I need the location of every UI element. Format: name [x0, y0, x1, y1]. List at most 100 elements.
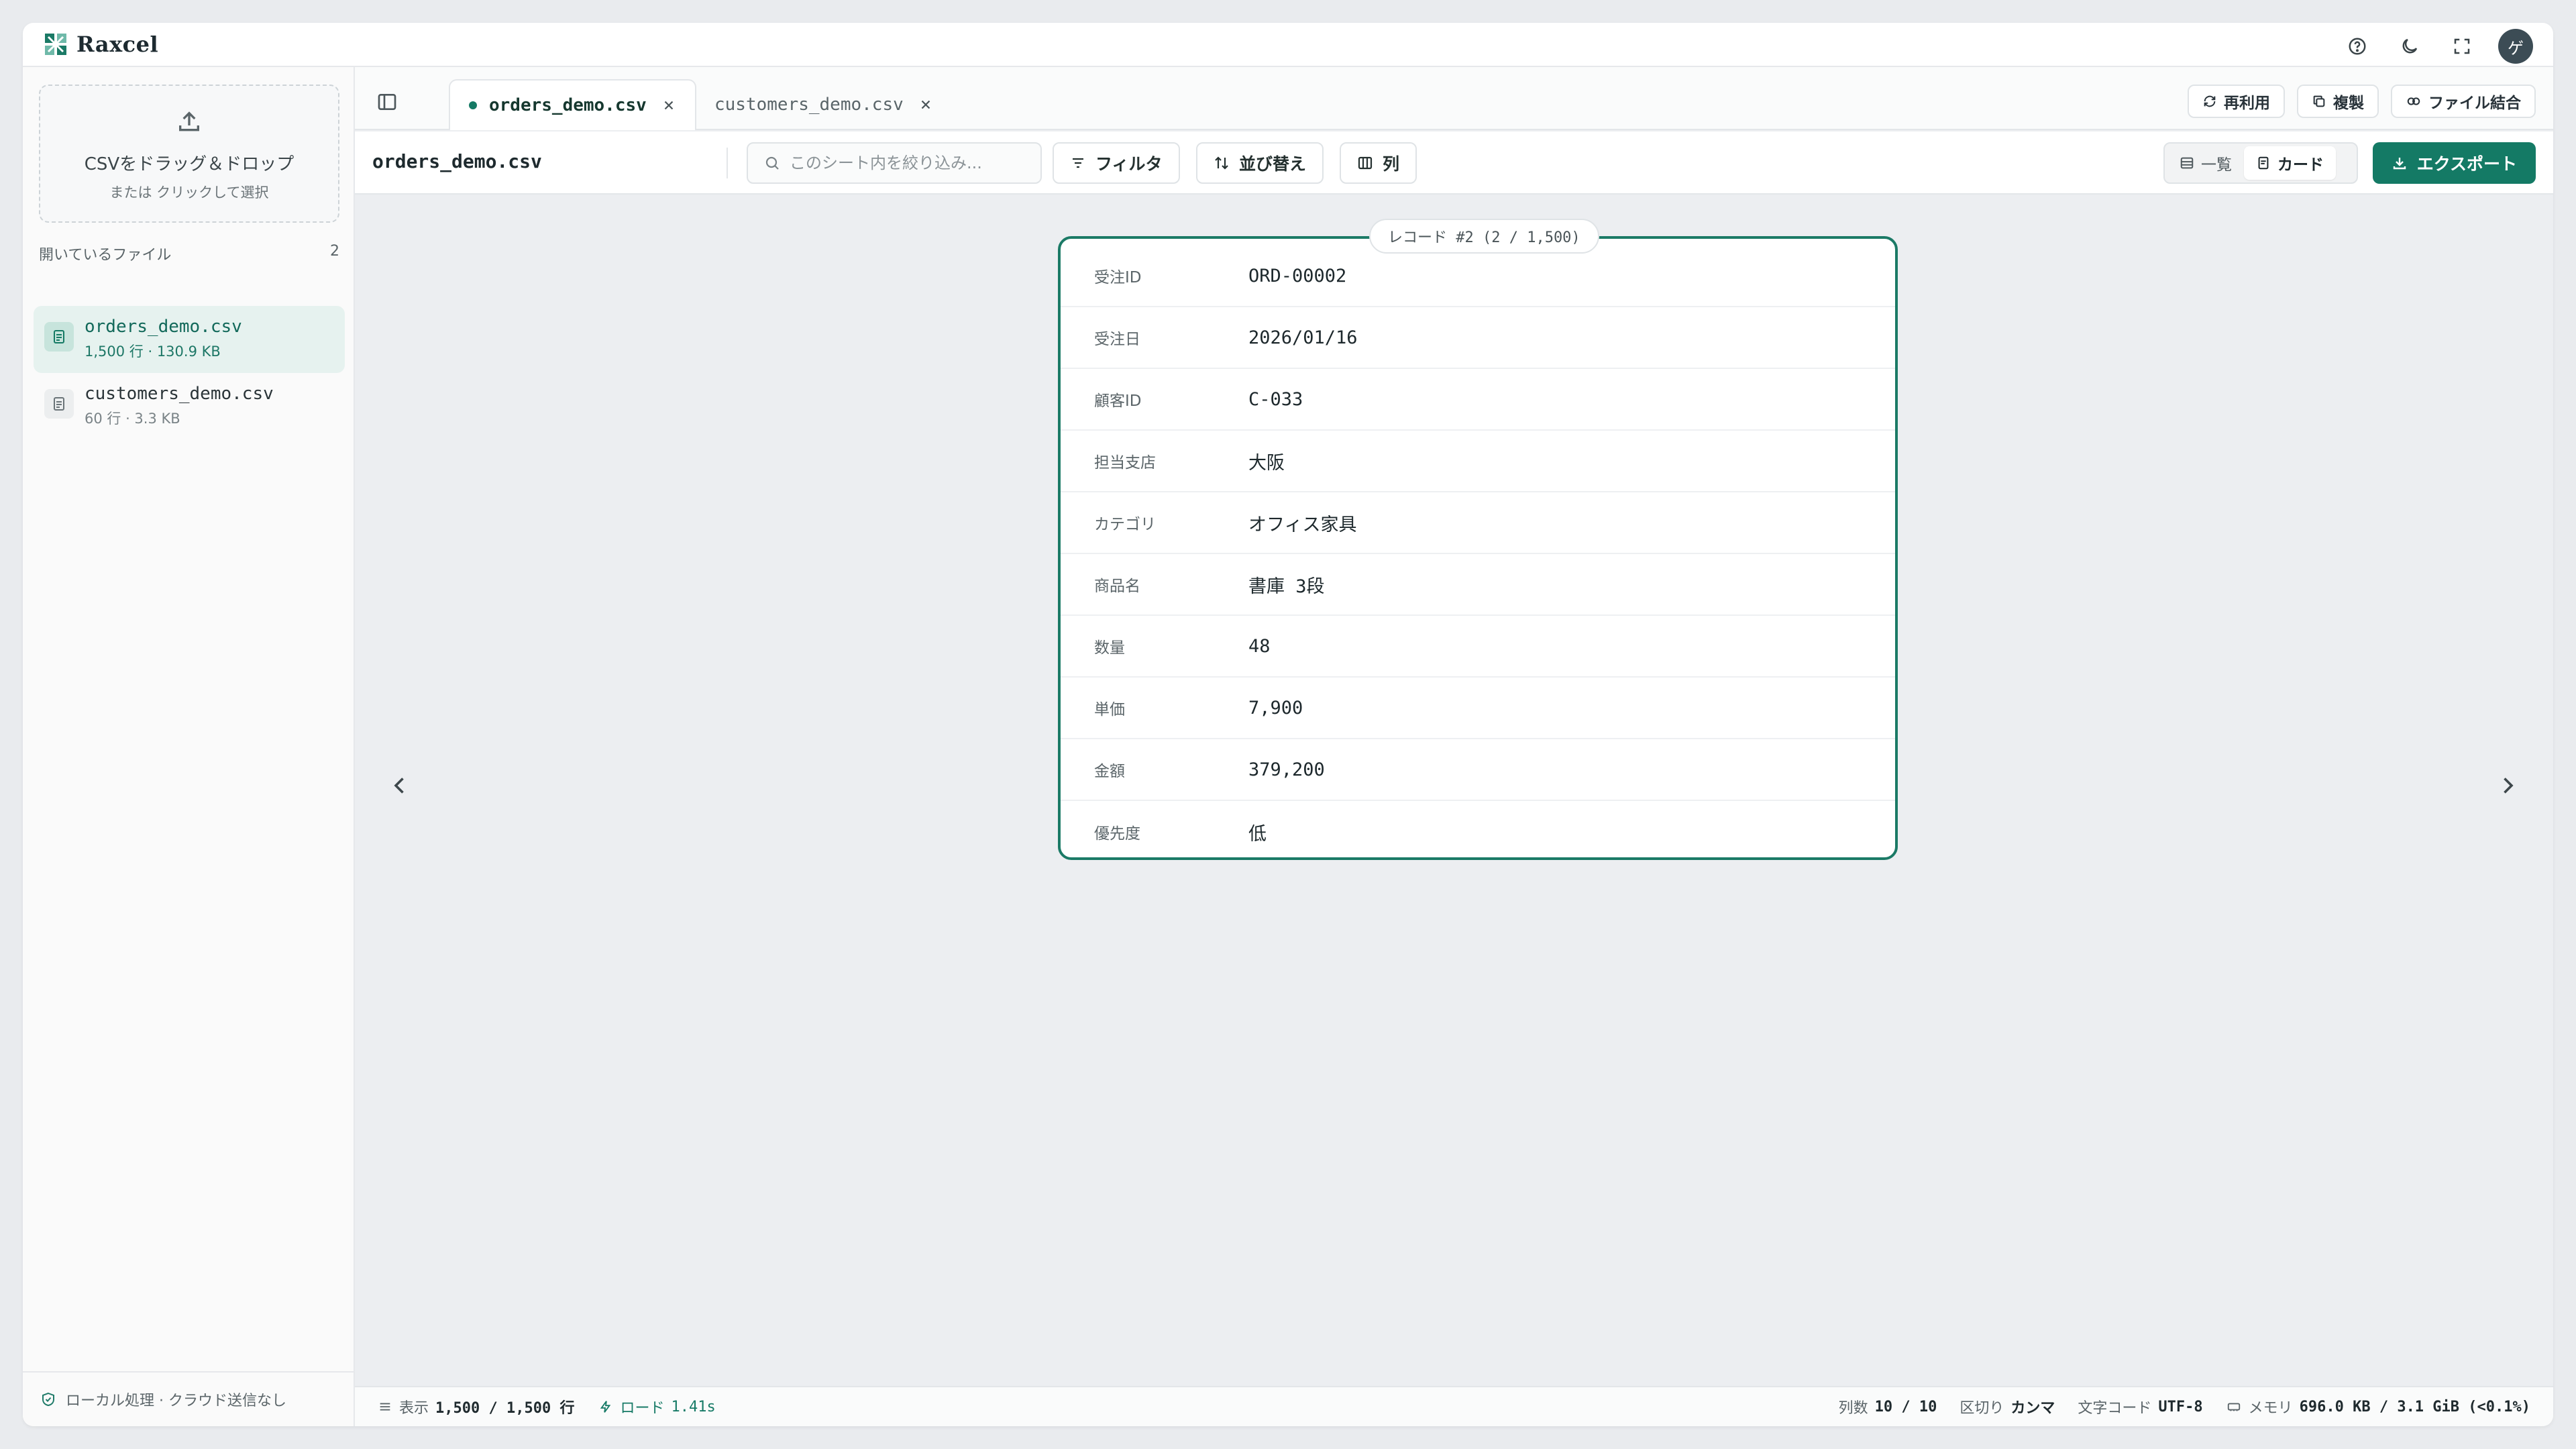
- field-value[interactable]: 7,900: [1248, 698, 1303, 718]
- next-record-icon[interactable]: [2491, 769, 2524, 802]
- app-window: Raxcel ゲ CSVをドラッグ＆ドロップ または クリックして選択 開いてい…: [23, 23, 2553, 1426]
- field-label: 単価: [1094, 701, 1125, 718]
- status-rows-displayed: 表示 1,500 / 1,500 行: [378, 1396, 574, 1417]
- field-label: 受注日: [1094, 331, 1140, 348]
- duplicate-button[interactable]: 複製: [2297, 85, 2379, 118]
- close-icon[interactable]: [661, 98, 676, 113]
- copy-icon: [2313, 95, 2325, 107]
- raxcel-logo-icon: [45, 34, 66, 55]
- view-card-option[interactable]: カード: [2244, 146, 2336, 180]
- open-files-header: 開いているファイル 2: [39, 243, 339, 264]
- status-column-count: 列数 10 / 10: [1838, 1398, 1937, 1417]
- status-encoding: 文字コード UTF-8: [2078, 1398, 2203, 1417]
- file-item-orders[interactable]: orders_demo.csv 1,500 行 · 130.9 KB: [34, 306, 345, 373]
- filter-button[interactable]: フィルタ: [1053, 142, 1180, 184]
- privacy-note-text: ローカル処理 · クラウド送信なし: [66, 1393, 286, 1409]
- field-label: カテゴリ: [1094, 516, 1156, 533]
- columns-button[interactable]: 列: [1340, 142, 1417, 184]
- field-value[interactable]: 大阪: [1248, 448, 1285, 474]
- record-card: レコード #2 (2 / 1,500) 受注ID ORD-00002 受注日 202…: [1058, 219, 1898, 863]
- field-value[interactable]: C-033: [1248, 389, 1303, 410]
- memory-icon: [2227, 1403, 2240, 1411]
- toolbar: orders_demo.csv フィルタ 並び替え 列: [355, 131, 2553, 195]
- dropzone-subtitle: または クリックして選択: [109, 184, 269, 201]
- help-icon[interactable]: [2341, 30, 2373, 62]
- field-value[interactable]: 書庫 3段: [1248, 572, 1325, 598]
- field-label: 金額: [1094, 763, 1125, 780]
- tab-orders[interactable]: orders_demo.csv: [449, 79, 696, 130]
- sort-button[interactable]: 並び替え: [1196, 142, 1324, 184]
- divider: [727, 148, 728, 178]
- record-field-row: 単価 7,900: [1061, 678, 1895, 739]
- moon-icon[interactable]: [2394, 30, 2426, 62]
- search-icon: [765, 156, 779, 170]
- sort-icon: [1215, 156, 1228, 170]
- status-bar: 表示 1,500 / 1,500 行 ロード 1.41s 列数 10 / 10 …: [355, 1386, 2553, 1426]
- status-memory: メモリ 696.0 KB / 3.1 GiB (<0.1%): [2226, 1396, 2530, 1417]
- file-icon: [44, 322, 74, 352]
- open-files-count: 2: [330, 243, 339, 260]
- tab-bar: orders_demo.csv customers_demo.csv 再利用 複…: [355, 67, 2553, 130]
- file-name: orders_demo.csv: [85, 317, 242, 337]
- search-input[interactable]: [790, 154, 1031, 172]
- brand[interactable]: Raxcel: [44, 32, 158, 57]
- avatar[interactable]: ゲ: [2498, 29, 2533, 64]
- list-icon: [2180, 157, 2194, 169]
- record-fields: 受注ID ORD-00002 受注日 2026/01/16 顧客ID C-033 担当…: [1061, 246, 1895, 863]
- rows-icon: [380, 1403, 390, 1411]
- tab-actions: 再利用 複製 ファイル結合: [2188, 85, 2536, 118]
- top-actions: ゲ: [2341, 29, 2533, 64]
- record-field-row: 受注日 2026/01/16: [1061, 307, 1895, 369]
- fullscreen-icon[interactable]: [2446, 30, 2478, 62]
- field-value[interactable]: オフィス家具: [1248, 510, 1356, 536]
- export-button[interactable]: エクスポート: [2372, 142, 2536, 184]
- field-label: 優先度: [1094, 825, 1140, 843]
- record-field-row: 担当支店 大阪: [1061, 431, 1895, 492]
- record-field-row: 受注ID ORD-00002: [1061, 246, 1895, 307]
- shield-check-icon: [42, 1392, 54, 1407]
- view-list-option[interactable]: 一覧: [2167, 146, 2244, 180]
- record-field-row: 商品名 書庫 3段: [1061, 554, 1895, 616]
- view-mode-toggle: 一覧 カード: [2163, 142, 2358, 184]
- filter-icon: [1073, 158, 1083, 168]
- field-label: 数量: [1094, 639, 1125, 657]
- file-meta: 60 行 · 3.3 KB: [85, 411, 180, 427]
- link-icon: [2407, 97, 2420, 105]
- dropzone-title: CSVをドラッグ＆ドロップ: [84, 154, 294, 174]
- open-files-label: 開いているファイル: [39, 247, 172, 264]
- reuse-button[interactable]: 再利用: [2188, 85, 2285, 118]
- tab-label: orders_demo.csv: [489, 95, 647, 115]
- field-label: 受注ID: [1094, 269, 1142, 286]
- columns-icon: [1358, 156, 1373, 170]
- tab-customers[interactable]: customers_demo.csv: [696, 79, 952, 130]
- record-field-row: 金額 379,200: [1061, 739, 1895, 801]
- sheet-title: orders_demo.csv: [372, 150, 542, 172]
- sidebar-toggle-icon[interactable]: [376, 91, 400, 115]
- file-item-customers[interactable]: customers_demo.csv 60 行 · 3.3 KB: [34, 373, 345, 440]
- previous-record-icon[interactable]: [383, 769, 417, 802]
- field-label: 顧客ID: [1094, 392, 1142, 410]
- close-icon[interactable]: [918, 97, 933, 112]
- card-icon: [2258, 156, 2269, 170]
- field-value[interactable]: ORD-00002: [1248, 266, 1346, 286]
- app-name: Raxcel: [76, 32, 159, 57]
- field-value[interactable]: 2026/01/16: [1248, 327, 1358, 348]
- top-bar: Raxcel ゲ: [23, 23, 2553, 67]
- active-dot-icon: [469, 101, 477, 109]
- merge-files-button[interactable]: ファイル結合: [2391, 85, 2536, 118]
- file-meta: 1,500 行 · 130.9 KB: [85, 343, 221, 360]
- sheet-search[interactable]: [747, 142, 1042, 184]
- refresh-icon: [2204, 95, 2216, 107]
- field-value[interactable]: 48: [1248, 636, 1271, 657]
- csv-dropzone[interactable]: CSVをドラッグ＆ドロップ または クリックして選択: [39, 85, 339, 223]
- record-field-row: 優先度 低: [1061, 801, 1895, 863]
- tab-label: customers_demo.csv: [714, 95, 904, 115]
- field-label: 商品名: [1094, 578, 1140, 595]
- lightning-icon: [600, 1401, 611, 1413]
- field-value[interactable]: 低: [1248, 819, 1267, 845]
- status-delimiter: 区切り カンマ: [1960, 1400, 2055, 1417]
- record-field-row: 顧客ID C-033: [1061, 369, 1895, 431]
- field-value[interactable]: 379,200: [1248, 759, 1325, 780]
- upload-icon: [179, 111, 199, 131]
- privacy-note: ローカル処理 · クラウド送信なし: [23, 1371, 355, 1426]
